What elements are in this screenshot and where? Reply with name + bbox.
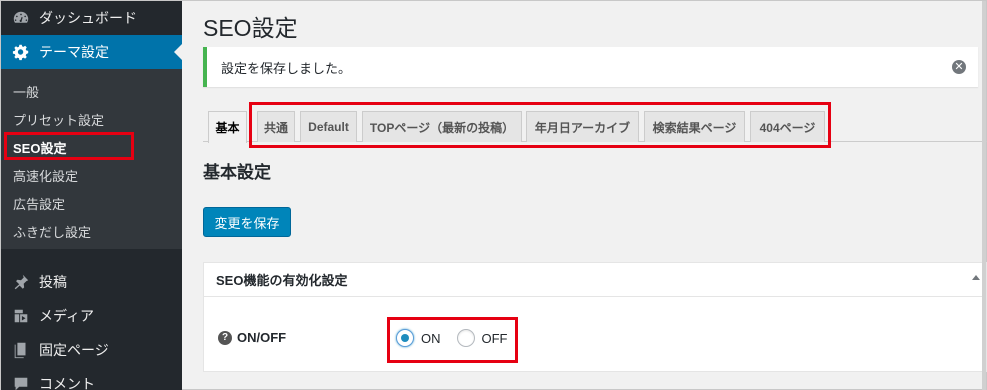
radio-option-on[interactable]: ON [396,329,441,347]
menu-pages[interactable]: 固定ページ [1,333,182,367]
menu-label: ダッシュボード [39,10,137,26]
collapse-arrow-icon[interactable] [972,275,980,280]
submenu-balloon[interactable]: ふきだし設定 [1,217,182,245]
menu-label: コメント [39,376,95,390]
settings-tabs: 基本 共通 Default TOPページ（最新の投稿） 年月日アーカイブ 検索結… [203,111,987,143]
menu-comments[interactable]: コメント [1,367,182,390]
menu-theme-settings[interactable]: テーマ設定 [1,35,182,69]
main-content: SEO設定 設定を保存しました。 ✕ 基本 共通 Default TOPページ（… [182,1,987,389]
pin-icon [11,272,31,292]
tab-404[interactable]: 404ページ [750,111,825,142]
submenu-ads[interactable]: 広告設定 [1,189,182,217]
window-right-edge [982,1,986,390]
seo-enable-postbox: SEO機能の有効化設定 ? ON/OFF ON OFF [203,262,987,372]
gear-icon [11,42,31,62]
tab-date-archive[interactable]: 年月日アーカイブ [526,111,639,142]
menu-label: 投稿 [39,274,67,290]
radio-on[interactable] [396,329,414,347]
tab-default[interactable]: Default [300,111,357,142]
menu-dashboard[interactable]: ダッシュボード [1,1,182,35]
admin-sidebar: ダッシュボード テーマ設定 一般 プリセット設定 SEO設定 高速化設定 広告設… [1,1,182,390]
menu-label: 固定ページ [39,342,109,358]
menu-media[interactable]: メディア [1,299,182,333]
tab-basic[interactable]: 基本 [208,111,247,143]
tab-search-results[interactable]: 検索結果ページ [644,111,745,142]
page-title: SEO設定 [203,15,298,41]
help-icon[interactable]: ? [218,330,232,345]
tab-top-page[interactable]: TOPページ（最新の投稿） [362,111,522,142]
radio-off-label: OFF [481,330,508,346]
comment-icon [11,374,31,390]
tab-common[interactable]: 共通 [257,111,295,142]
postbox-header[interactable]: SEO機能の有効化設定 [204,263,986,297]
onoff-field-label: ? ON/OFF [218,330,286,345]
submenu-seo[interactable]: SEO設定 [1,133,182,161]
menu-label: メディア [39,308,95,324]
save-changes-button[interactable]: 変更を保存 [203,207,291,237]
radio-off[interactable] [456,329,475,347]
field-label-text: ON/OFF [237,330,287,345]
success-notice: 設定を保存しました。 ✕ [203,47,978,87]
menu-label: テーマ設定 [39,44,109,60]
media-icon [11,306,31,326]
notice-text: 設定を保存しました。 [221,60,352,76]
dismiss-icon[interactable]: ✕ [952,60,966,74]
theme-settings-submenu: 一般 プリセット設定 SEO設定 高速化設定 広告設定 ふきだし設定 [1,69,182,249]
section-title: 基本設定 [203,163,271,182]
page-icon [11,340,31,360]
submenu-preset[interactable]: プリセット設定 [1,105,182,133]
radio-option-off[interactable]: OFF [456,329,508,347]
postbox-title: SEO機能の有効化設定 [216,273,348,288]
onoff-radio-group: ON OFF [396,329,524,347]
dashboard-icon [11,8,31,28]
submenu-speed[interactable]: 高速化設定 [1,161,182,189]
submenu-general[interactable]: 一般 [1,77,182,105]
radio-on-label: ON [421,330,441,346]
menu-posts[interactable]: 投稿 [1,265,182,299]
